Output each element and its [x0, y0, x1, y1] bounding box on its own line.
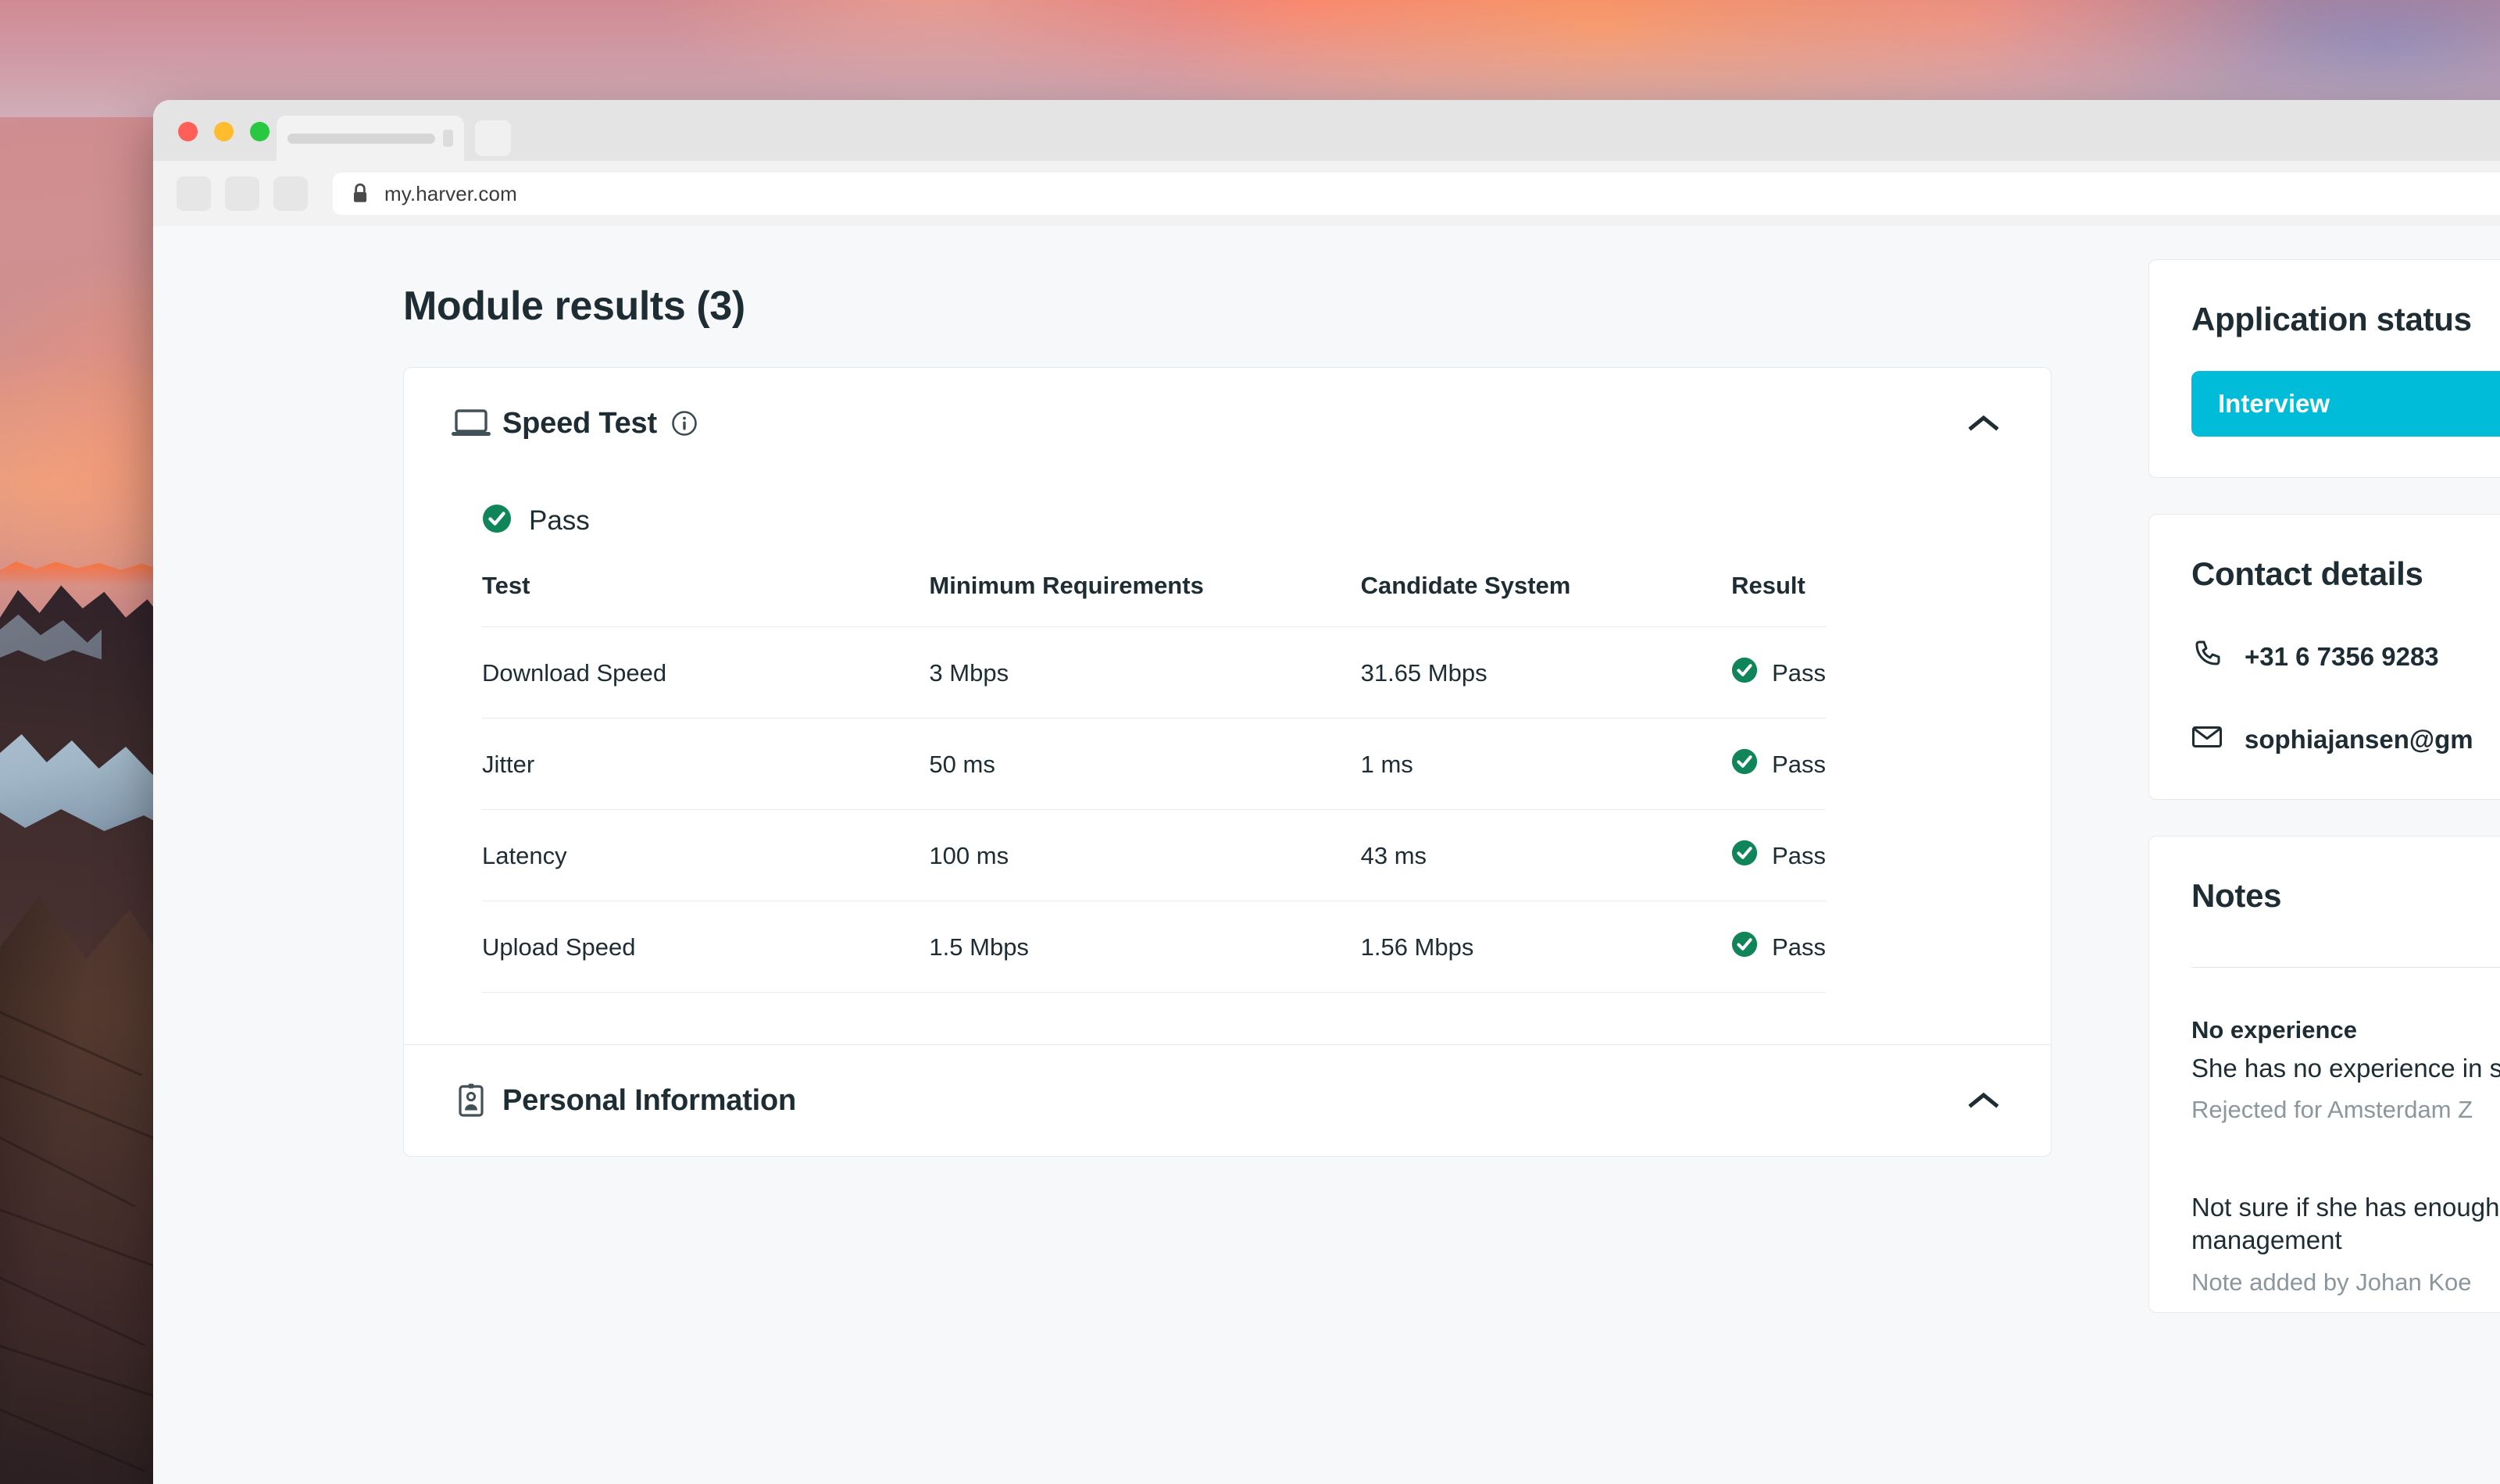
module-title-personal-information: Personal Information	[502, 1084, 796, 1118]
module-title-speed-test: Speed Test	[502, 407, 698, 441]
check-circle-icon	[482, 504, 512, 537]
note-item: No experience She has no experience in s…	[2191, 1016, 2500, 1124]
column-header-candidate: Candidate System	[1360, 572, 1571, 599]
cell-minimum: 3 Mbps	[929, 626, 1361, 719]
check-circle-icon	[1731, 840, 1758, 872]
browser-tab[interactable]	[277, 116, 464, 161]
module-status-label: Pass	[529, 505, 590, 536]
browser-tab-strip	[153, 100, 2500, 161]
contact-details-card: Contact details +31 6 7356 9283 sophiaja…	[2148, 514, 2500, 800]
window-traffic-lights	[178, 122, 270, 141]
lock-icon	[350, 182, 370, 205]
result-label: Pass	[1772, 933, 1826, 961]
cell-candidate: 31.65 Mbps	[1360, 626, 1732, 719]
check-circle-icon	[1731, 657, 1758, 690]
cell-minimum: 1.5 Mbps	[929, 901, 1361, 993]
column-header-test: Test	[482, 572, 530, 599]
note-body: Not sure if she has enough management	[2191, 1193, 2500, 1255]
cell-candidate: 43 ms	[1360, 809, 1732, 901]
cell-test: Latency	[482, 809, 930, 901]
module-header-speed-test[interactable]: Speed Test	[404, 368, 2051, 479]
column-header-minimum: Minimum Requirements	[929, 572, 1204, 599]
module-body-speed-test: Pass Test Minimum Requirements Candidate…	[404, 479, 2051, 1044]
minimize-window-button[interactable]	[214, 122, 234, 141]
check-circle-icon	[1731, 931, 1758, 964]
module-status: Pass	[451, 479, 2001, 572]
contact-email-row[interactable]: sophiajansen@gm	[2191, 721, 2500, 758]
notes-card: Notes Today No experience She has no exp…	[2148, 836, 2500, 1313]
tab-close-icon[interactable]	[443, 130, 453, 147]
reload-button[interactable]	[273, 177, 308, 211]
note-meta: Note added by Johan Koe	[2191, 1268, 2472, 1296]
chevron-up-icon-personal-information[interactable]	[1966, 1090, 2001, 1111]
note-meta: Rejected for Amsterdam Z	[2191, 1096, 2473, 1124]
table-row: Latency 100 ms 43 ms Pass	[482, 809, 1826, 901]
contact-phone-row[interactable]: +31 6 7356 9283	[2191, 638, 2500, 676]
module-header-personal-information[interactable]: Personal Information	[404, 1045, 2051, 1156]
module-results-card: Speed Test Pass Test Minimum Requirement…	[403, 367, 2052, 1157]
notes-date-divider: Today	[2191, 954, 2500, 980]
notes-divider-rule	[2191, 966, 2500, 968]
close-window-button[interactable]	[178, 122, 198, 141]
cell-result: Pass	[1731, 626, 1826, 719]
browser-window: my.harver.com Module results (3) Speed T…	[153, 100, 2500, 1484]
id-badge-icon	[451, 1083, 502, 1118]
cell-result: Pass	[1731, 901, 1826, 993]
main-content-column: Module results (3) Speed Test Pass Test …	[153, 227, 2103, 1484]
cell-minimum: 50 ms	[929, 718, 1361, 810]
column-header-result: Result	[1731, 572, 1805, 599]
new-tab-button[interactable]	[475, 120, 511, 156]
speed-test-results-table: Test Minimum Requirements Candidate Syst…	[482, 572, 1826, 993]
result-label: Pass	[1772, 659, 1826, 687]
cell-test: Download Speed	[482, 626, 930, 719]
address-bar[interactable]: my.harver.com	[333, 173, 2500, 215]
cell-minimum: 100 ms	[929, 809, 1361, 901]
cell-test: Upload Speed	[482, 901, 930, 993]
page-viewport: Module results (3) Speed Test Pass Test …	[153, 227, 2500, 1484]
table-row: Jitter 50 ms 1 ms Pass	[482, 718, 1826, 810]
table-row: Upload Speed 1.5 Mbps 1.56 Mbps Pass	[482, 901, 1826, 993]
maximize-window-button[interactable]	[250, 122, 270, 141]
contact-email-value: sophiajansen@gm	[2245, 725, 2473, 754]
cell-test: Jitter	[482, 718, 930, 810]
forward-button[interactable]	[225, 177, 259, 211]
back-button[interactable]	[177, 177, 211, 211]
cell-candidate: 1 ms	[1360, 718, 1732, 810]
note-spacer	[2191, 1124, 2500, 1155]
sidebar-column: Application status Interview Contact det…	[2103, 227, 2500, 1484]
address-bar-url: my.harver.com	[384, 181, 517, 205]
envelope-icon	[2191, 721, 2223, 758]
cell-candidate: 1.56 Mbps	[1360, 901, 1732, 993]
cell-result: Pass	[1731, 718, 1826, 810]
browser-toolbar: my.harver.com	[153, 161, 2500, 227]
note-title: No experience	[2191, 1016, 2357, 1043]
table-row: Download Speed 3 Mbps 31.65 Mbps Pass	[482, 626, 1826, 719]
result-label: Pass	[1772, 751, 1826, 778]
note-body: She has no experience in s	[2191, 1054, 2500, 1083]
status-badge[interactable]: Interview	[2191, 371, 2500, 437]
tab-title-placeholder	[288, 133, 435, 144]
cell-result: Pass	[1731, 809, 1826, 901]
phone-icon	[2191, 638, 2223, 676]
page-title: Module results (3)	[403, 284, 745, 329]
notes-title: Notes	[2191, 877, 2282, 914]
laptop-icon	[451, 408, 502, 439]
contact-details-title: Contact details	[2191, 555, 2423, 592]
note-item: Not sure if she has enough management No…	[2191, 1191, 2500, 1296]
info-circle-icon[interactable]	[671, 410, 698, 437]
application-status-title: Application status	[2191, 301, 2472, 337]
application-status-card: Application status Interview	[2148, 259, 2500, 478]
result-label: Pass	[1772, 842, 1826, 869]
contact-phone-value: +31 6 7356 9283	[2245, 642, 2439, 671]
module-title-text: Speed Test	[502, 406, 657, 440]
module-title-text: Personal Information	[502, 1083, 797, 1117]
table-header-row: Test Minimum Requirements Candidate Syst…	[482, 572, 1826, 627]
chevron-up-icon-speed-test[interactable]	[1966, 412, 2001, 434]
check-circle-icon	[1731, 748, 1758, 781]
